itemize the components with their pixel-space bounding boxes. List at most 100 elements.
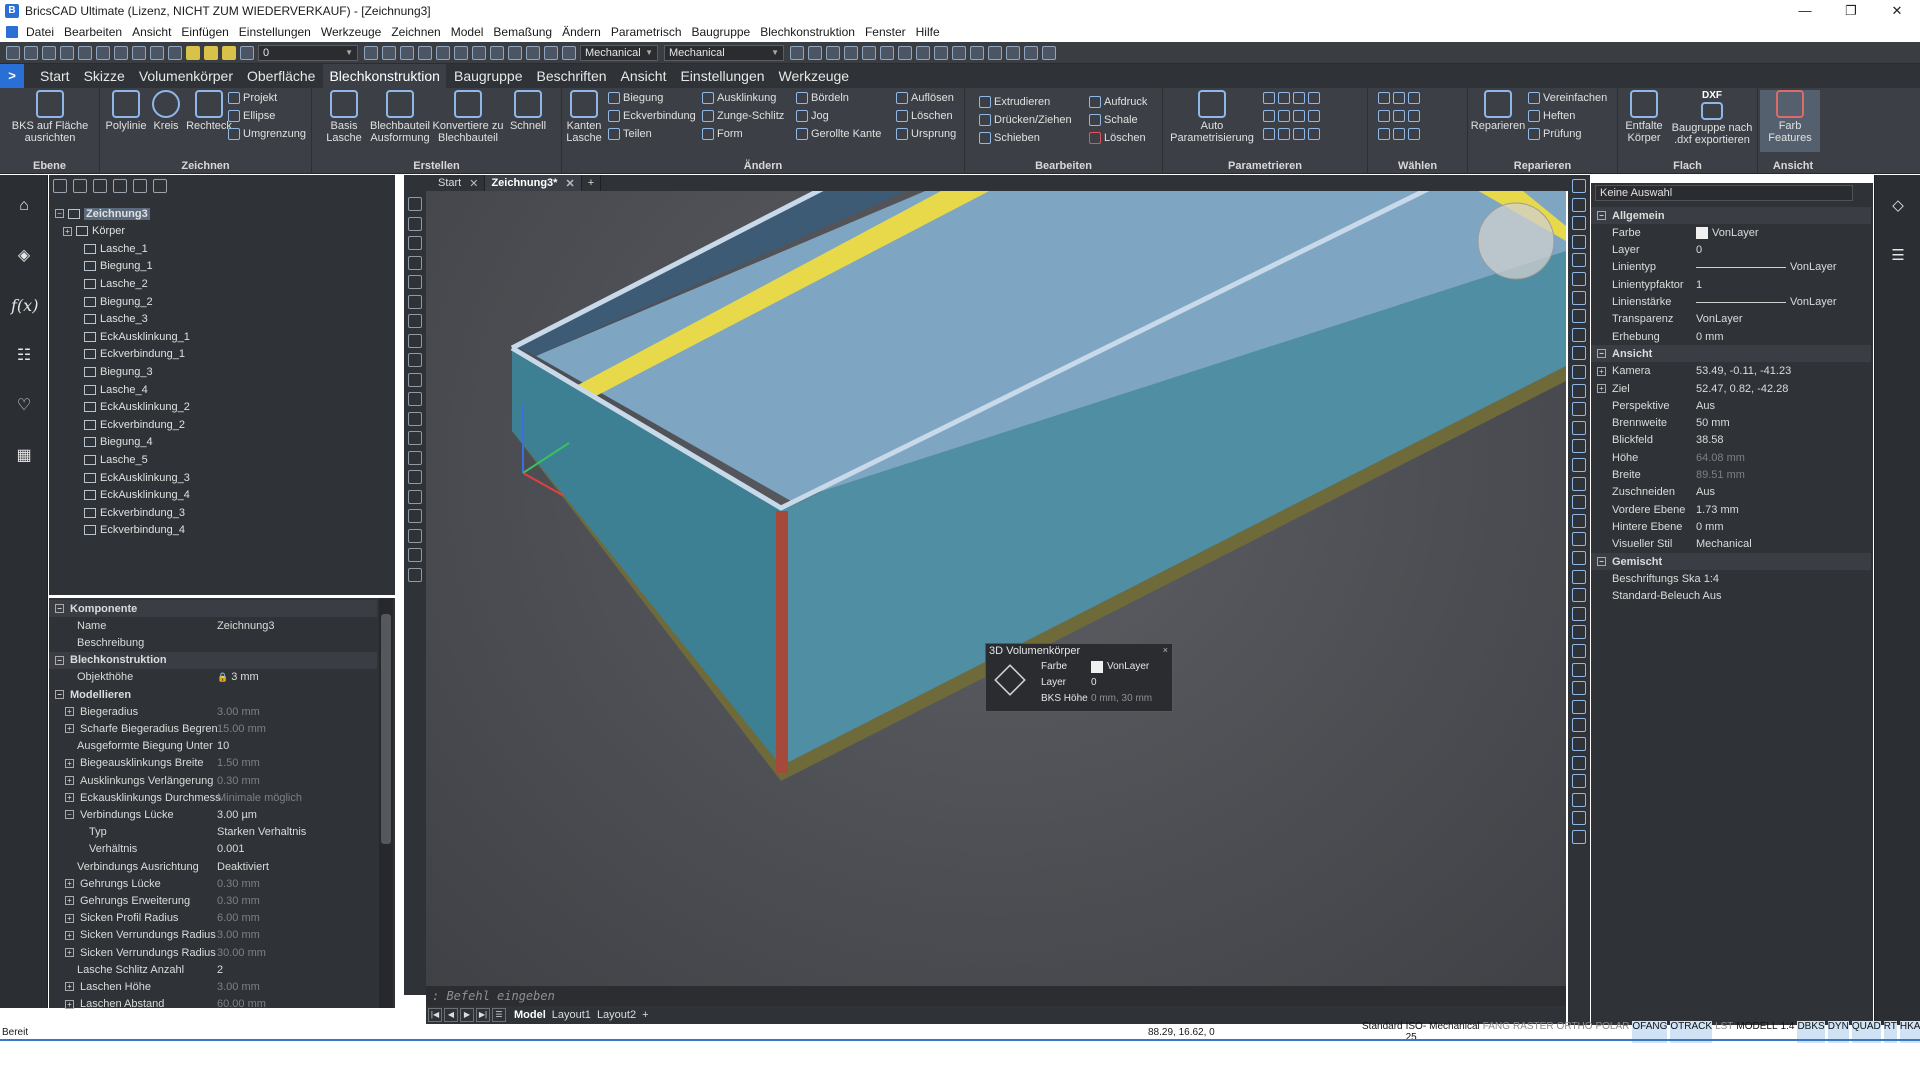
expand-toggle-icon[interactable]: −	[1597, 349, 1606, 359]
expand-toggle-icon[interactable]: +	[65, 982, 74, 992]
property-value[interactable]: 1	[1696, 279, 1702, 291]
browser-tool-icon[interactable]	[53, 179, 67, 193]
property-value[interactable]: 0.30 mm	[217, 775, 260, 787]
blechbauteil-ausformung-button[interactable]: Blechbauteil Ausformung	[368, 90, 432, 144]
property-value[interactable]: 89.51 mm	[1696, 469, 1745, 481]
property-row[interactable]: Lasche Schlitz Anzahl 2	[49, 961, 377, 978]
property-value[interactable]: VonLayer	[1696, 313, 1742, 325]
modify-tool-icon[interactable]	[1572, 644, 1586, 658]
property-row[interactable]: Hintere Ebene 0 mm	[1591, 518, 1871, 535]
tree-item[interactable]: Biegung_1	[71, 258, 153, 275]
modify-tool-icon[interactable]	[1572, 309, 1586, 324]
menu-werkzeuge[interactable]: Werkzeuge	[321, 25, 381, 39]
pruefung-button[interactable]: Prüfung	[1528, 128, 1582, 140]
minimize-button[interactable]: —	[1782, 0, 1828, 22]
tree-item[interactable]: Biegung_2	[71, 293, 153, 310]
property-row[interactable]: + Eckausklinkungs Durchmess Minimale mögli…	[49, 789, 377, 806]
tree-icon[interactable]: ☷	[11, 343, 37, 369]
modify-tool-icon[interactable]	[1572, 606, 1586, 621]
teilen-button[interactable]: Teilen	[608, 128, 652, 140]
modify-tool-icon[interactable]	[1572, 495, 1586, 510]
render-icon[interactable]	[526, 45, 540, 60]
table-tool-icon[interactable]	[1024, 45, 1038, 60]
property-value[interactable]: 1.50 mm	[217, 757, 260, 769]
constraint-tool-1[interactable]	[1263, 92, 1323, 104]
tab-einstellungen[interactable]: Einstellungen	[674, 64, 770, 88]
tree-item-koerper[interactable]: + Körper	[63, 223, 125, 240]
property-value[interactable]: 15.00 mm	[217, 723, 266, 735]
layers-icon[interactable]: ◇	[1885, 193, 1911, 219]
text-icon[interactable]	[1006, 45, 1020, 60]
menu-einstellungen[interactable]: Einstellungen	[239, 25, 311, 39]
layout-tab-model[interactable]: Model	[514, 1009, 546, 1021]
view-cube-icon[interactable]	[454, 45, 468, 60]
constraint-tool-2[interactable]	[1263, 110, 1323, 122]
modify-tool-icon[interactable]	[1572, 737, 1586, 751]
layer-combo[interactable]: 0 ▼	[258, 44, 358, 61]
property-value[interactable]: Aus	[1696, 486, 1715, 498]
property-value[interactable]: 52.47, 0.82, -42.28	[1696, 383, 1788, 395]
layout-list-icon[interactable]: ☰	[492, 1008, 506, 1022]
property-value[interactable]: Minimale möglich	[217, 792, 302, 804]
ausklinkung-button[interactable]: Ausklinkung	[702, 92, 776, 104]
modify-tool-icon[interactable]	[1572, 420, 1586, 435]
property-value[interactable]: 10	[217, 740, 229, 752]
property-value[interactable]: 0 mm	[1696, 331, 1724, 343]
command-line[interactable]: : Befehl eingeben	[426, 986, 1566, 1006]
constraint-tool-3[interactable]	[1263, 128, 1323, 140]
arc-icon[interactable]	[934, 45, 948, 60]
property-value[interactable]: 50 mm	[1696, 417, 1730, 429]
vereinfachen-button[interactable]: Vereinfachen	[1528, 92, 1607, 104]
ucs-icon[interactable]	[808, 45, 822, 60]
layout-tab-layout1[interactable]: Layout1	[552, 1009, 591, 1021]
modify-tool-icon[interactable]	[1572, 774, 1586, 789]
close-icon[interactable]: ✕	[565, 177, 574, 190]
schieben-button[interactable]: Schieben	[979, 132, 1040, 144]
expand-toggle-icon[interactable]: −	[1597, 557, 1606, 566]
copy-icon[interactable]	[132, 45, 146, 60]
modify-tool-icon[interactable]	[1572, 662, 1586, 677]
torus-icon[interactable]	[970, 45, 984, 60]
draw-tool-icon[interactable]	[408, 197, 422, 211]
tab-ansicht[interactable]: Ansicht	[615, 64, 673, 88]
extrudieren-button[interactable]: Extrudieren	[979, 96, 1050, 108]
redo-icon[interactable]	[168, 45, 182, 60]
expand-toggle-icon[interactable]: +	[65, 793, 74, 803]
tree-item[interactable]: Lasche_1	[71, 240, 148, 257]
plot-preview-icon[interactable]	[96, 45, 110, 60]
ellipse-button[interactable]: Ellipse	[228, 110, 275, 122]
layer-lock-icon[interactable]	[222, 45, 236, 60]
kanten-lasche-button[interactable]: Kanten Lasche	[562, 90, 606, 144]
reparieren-button[interactable]: Reparieren	[1470, 90, 1526, 132]
draw-tool-icon[interactable]	[408, 509, 422, 523]
cone-icon[interactable]	[952, 45, 966, 60]
draw-tool-icon[interactable]	[408, 392, 422, 406]
aufdruck-button[interactable]: Aufdruck	[1089, 96, 1147, 108]
property-category[interactable]: − Komponente	[49, 600, 377, 617]
property-value[interactable]: 1.73 mm	[1696, 504, 1739, 516]
browser-tool-icon[interactable]	[93, 179, 107, 193]
expand-toggle-icon[interactable]: +	[65, 948, 74, 957]
fx-icon[interactable]: f(x)	[11, 293, 38, 319]
loeschen-button[interactable]: Löschen	[896, 110, 953, 122]
expand-toggle-icon[interactable]: +	[65, 930, 74, 940]
modify-tool-icon[interactable]	[1572, 476, 1586, 491]
sphere-icon[interactable]	[862, 45, 876, 60]
bulb-icon[interactable]: ♡	[11, 393, 37, 419]
modify-tool-icon[interactable]	[1572, 272, 1586, 286]
last-layout-button[interactable]: ▶|	[476, 1008, 490, 1022]
expand-toggle-icon[interactable]: +	[65, 999, 74, 1009]
select-tool-3[interactable]	[1378, 128, 1423, 140]
hatch-icon[interactable]	[988, 45, 1002, 60]
property-row[interactable]: − Verbindungs Lücke 3.00 µm	[49, 806, 377, 823]
modify-tool-icon[interactable]	[1572, 532, 1586, 547]
property-value[interactable]: Starken Verhaltnis	[217, 826, 306, 838]
property-row[interactable]: Vordere Ebene 1.73 mm	[1591, 501, 1871, 518]
menu-baugruppe[interactable]: Baugruppe	[692, 25, 751, 39]
property-row[interactable]: + Gehrungs Lücke 0.30 mm	[49, 875, 377, 892]
box-icon[interactable]	[880, 45, 894, 60]
draw-tool-icon[interactable]	[408, 294, 422, 309]
help-icon[interactable]	[790, 45, 804, 60]
ursprung-button[interactable]: Ursprung	[896, 128, 956, 140]
property-row[interactable]: Objekthöhe 🔒 3 mm	[49, 669, 377, 686]
